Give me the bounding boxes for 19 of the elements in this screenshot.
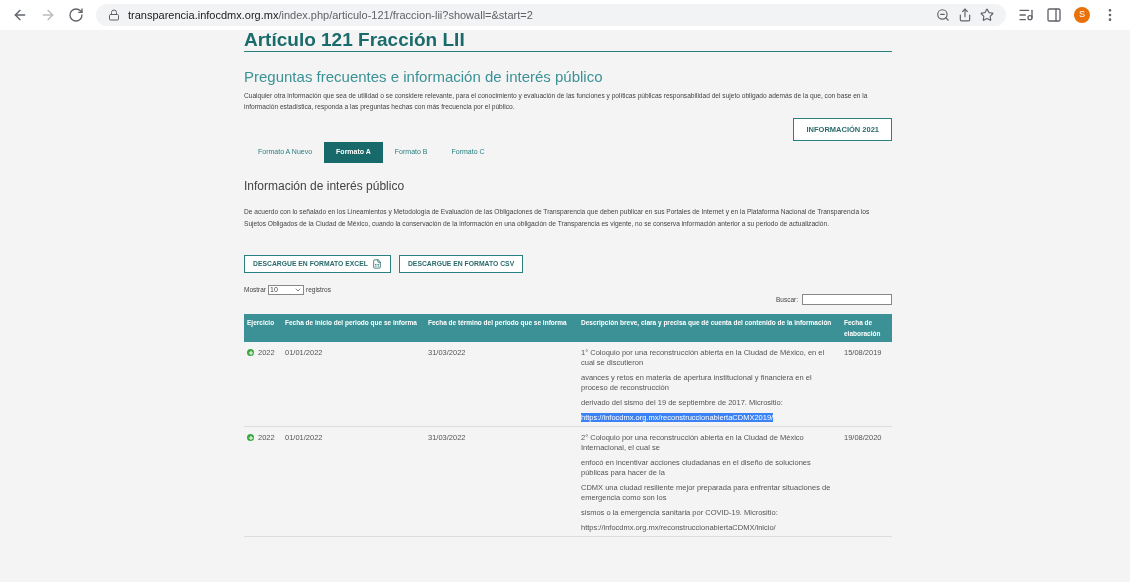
side-panel-icon[interactable] — [1046, 7, 1062, 23]
page-subtitle: Preguntas frecuentes e información de interés público — [244, 68, 604, 85]
expand-row-icon[interactable] — [247, 434, 254, 441]
lock-icon — [108, 9, 120, 21]
spreadsheet-icon — [371, 259, 382, 269]
media-list-icon[interactable] — [1018, 7, 1034, 23]
bookmark-star-icon[interactable] — [980, 8, 994, 22]
url-text: transparencia.infocdmx.org.mx/index.php/articulo-121/fraccion-lii?showall=&start=2 — [128, 7, 533, 23]
expand-row-icon[interactable] — [247, 349, 254, 356]
section-title: Información de interés público — [244, 179, 406, 193]
zoom-icon[interactable] — [936, 8, 950, 22]
reload-icon[interactable] — [68, 7, 84, 23]
address-bar[interactable]: transparencia.infocdmx.org.mx/index.php/articulo-121/fraccion-lii?showall=&start=2 — [96, 4, 1006, 26]
page-title: Artículo 121 Fracción LII — [244, 30, 466, 50]
search-field[interactable] — [802, 294, 892, 305]
profile-avatar[interactable]: S — [1074, 7, 1090, 23]
share-icon[interactable] — [958, 8, 972, 22]
back-icon[interactable] — [12, 7, 28, 23]
dropdown-chevron-icon — [294, 286, 303, 294]
